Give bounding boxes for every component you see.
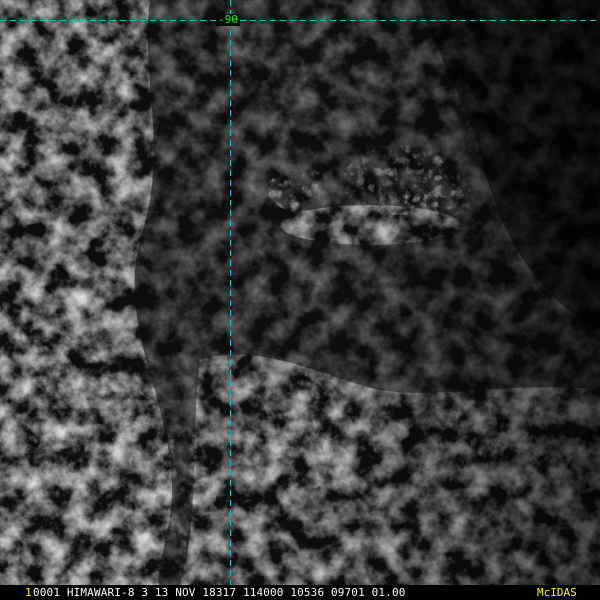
frame-number: 1 bbox=[25, 586, 32, 599]
mcidas-logo: McIDAS bbox=[537, 586, 577, 599]
satellite-cloud-image bbox=[0, 0, 600, 600]
image-metadata-text: 0001 HIMAWARI-8 3 13 NOV 18317 114000 10… bbox=[33, 586, 406, 599]
satellite-viewer[interactable]: -90 bbox=[0, 0, 600, 600]
image-info-bar: 1 0001 HIMAWARI-8 3 13 NOV 18317 114000 … bbox=[0, 585, 600, 600]
longitude-label: -90 bbox=[216, 13, 240, 26]
